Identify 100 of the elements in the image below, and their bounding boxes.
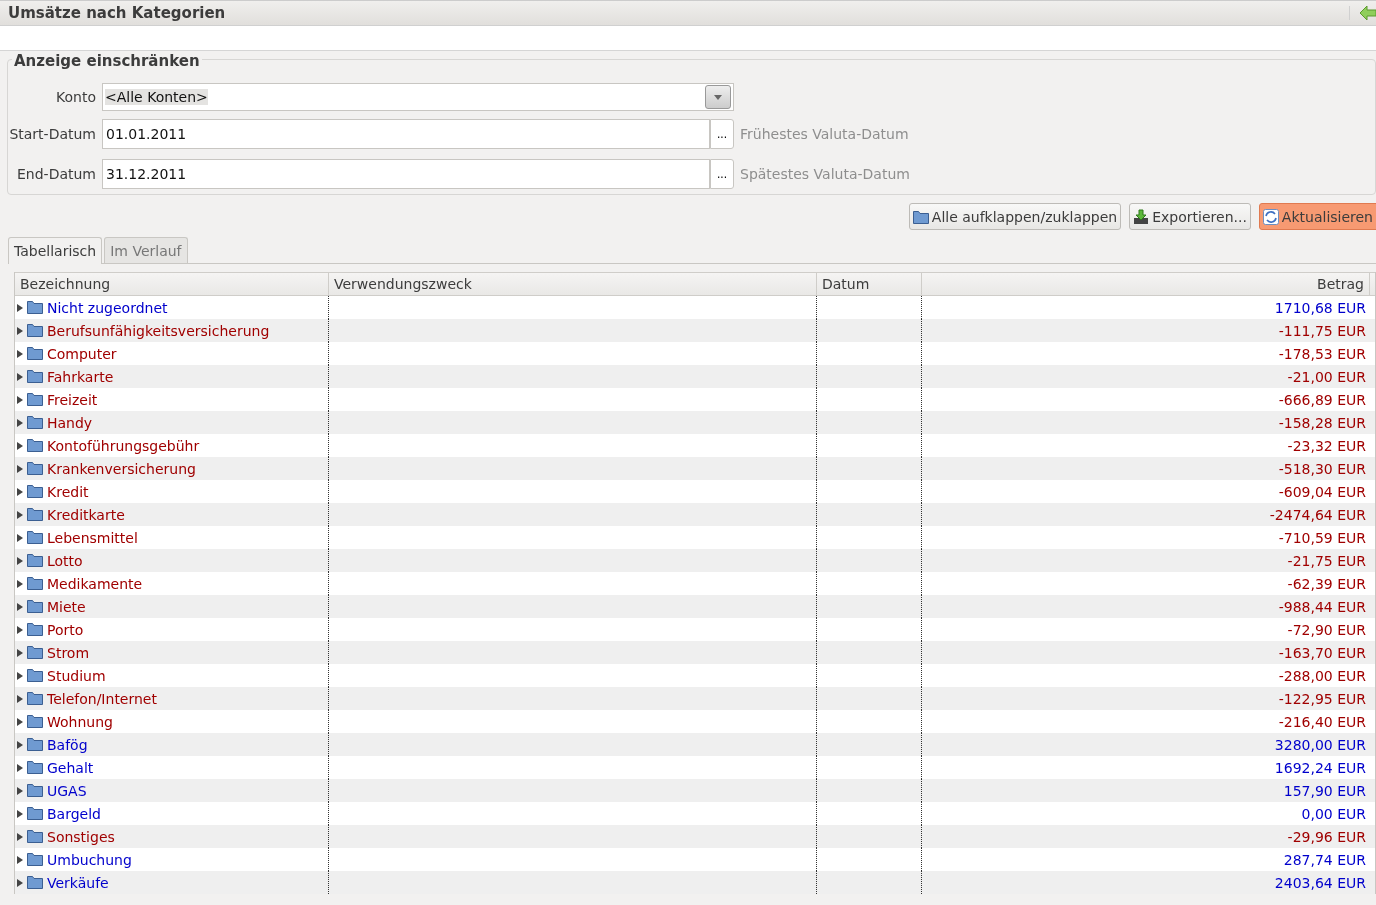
category-name[interactable]: Bargeld [47,805,101,822]
category-name[interactable]: Lebensmittel [47,529,138,546]
expand-arrow-icon[interactable] [17,487,23,496]
category-name[interactable]: Kreditkarte [47,506,125,523]
back-arrow-icon[interactable] [1349,6,1376,20]
expand-arrow-icon[interactable] [17,694,23,703]
konto-label: Konto [55,89,97,105]
amount-cell: 1710,68 EUR [1274,299,1366,316]
refresh-button[interactable]: Aktualisieren [1258,203,1376,230]
expand-arrow-icon[interactable] [17,878,23,887]
category-name[interactable]: Handy [47,414,93,431]
amount-cell: -21,75 EUR [1287,552,1366,569]
folder-icon [27,462,43,475]
category-name[interactable]: Sonstiges [47,828,115,845]
date-picker-button[interactable]: ... [710,119,734,149]
expand-arrow-icon[interactable] [17,372,23,381]
amount-cell: -23,32 EUR [1287,437,1366,454]
expand-arrow-icon[interactable] [17,602,23,611]
category-name[interactable]: Strom [47,644,90,661]
category-name[interactable]: Telefon/Internet [47,690,157,707]
amount-cell: -62,39 EUR [1287,575,1366,592]
expand-arrow-icon[interactable] [17,395,23,404]
expand-collapse-button[interactable]: Alle aufklappen/zuklappen [908,203,1122,230]
category-name[interactable]: Krankenversicherung [47,460,196,477]
expand-arrow-icon[interactable] [17,556,23,565]
date-label: Start-Datum [8,126,97,142]
folder-icon [27,347,43,360]
folder-icon [27,416,43,429]
amount-cell: -609,04 EUR [1278,483,1366,500]
expand-arrow-icon[interactable] [17,441,23,450]
category-name[interactable]: UGAS [47,782,87,799]
folder-icon [27,692,43,705]
date-picker-button[interactable]: ... [710,159,734,189]
category-name[interactable]: Medikamente [47,575,143,592]
amount-cell: 157,90 EUR [1283,782,1366,799]
date-field[interactable]: 31.12.2011 [102,159,710,189]
category-name[interactable]: Bafög [47,736,88,753]
column-header[interactable]: Datum [817,273,922,295]
expand-arrow-icon[interactable] [17,717,23,726]
amount-cell: -666,89 EUR [1278,391,1366,408]
expand-arrow-icon[interactable] [17,786,23,795]
expand-arrow-icon[interactable] [17,303,23,312]
expand-arrow-icon[interactable] [17,832,23,841]
folder-icon [27,715,43,728]
category-name[interactable]: Umbuchung [47,851,132,868]
expand-arrow-icon[interactable] [17,809,23,818]
expand-arrow-icon[interactable] [17,740,23,749]
export-button[interactable]: Exportieren... [1129,203,1251,230]
category-name[interactable]: Studium [47,667,106,684]
expand-arrow-icon[interactable] [17,671,23,680]
expand-arrow-icon[interactable] [17,579,23,588]
expand-arrow-icon[interactable] [17,648,23,657]
category-name[interactable]: Kredit [47,483,89,500]
folder-icon [27,646,43,659]
view-tab[interactable]: Tabellarisch [8,237,103,264]
column-header[interactable]: Verwendungszweck [329,273,817,295]
category-name[interactable]: Berufsunfähigkeitsversicherung [47,322,270,339]
folder-icon [27,761,43,774]
category-name[interactable]: Porto [47,621,84,638]
folder-icon [27,600,43,613]
category-name[interactable]: Miete [47,598,86,615]
expand-arrow-icon[interactable] [17,326,23,335]
expand-arrow-icon[interactable] [17,418,23,427]
expand-arrow-icon[interactable] [17,349,23,358]
folder-icon [27,738,43,751]
category-name[interactable]: Wohnung [47,713,113,730]
category-name[interactable]: Gehalt [47,759,94,776]
folder-icon [27,853,43,866]
expand-arrow-icon[interactable] [17,855,23,864]
expand-arrow-icon[interactable] [17,625,23,634]
category-name[interactable]: Verkäufe [47,874,109,891]
amount-cell: 1692,24 EUR [1274,759,1366,776]
folder-icon [27,485,43,498]
category-name[interactable]: Nicht zugeordnet [47,299,168,316]
folder-icon [27,508,43,521]
folder-icon [27,439,43,452]
category-name[interactable]: Freizeit [47,391,98,408]
amount-cell: -710,59 EUR [1278,529,1366,546]
folder-icon [27,324,43,337]
amount-cell: 0,00 EUR [1301,805,1366,822]
category-name[interactable]: Lotto [47,552,83,569]
category-name[interactable]: Fahrkarte [47,368,114,385]
view-tab[interactable]: Im Verlauf [104,237,188,263]
amount-cell: -288,00 EUR [1278,667,1366,684]
expand-arrow-icon[interactable] [17,510,23,519]
date-field[interactable]: 01.01.2011 [102,119,710,149]
konto-dropdown[interactable]: <Alle Konten> [102,83,734,111]
expand-arrow-icon[interactable] [17,763,23,772]
date-hint: Spätestes Valuta-Datum [740,166,910,182]
category-name[interactable]: Computer [47,345,117,362]
expand-arrow-icon[interactable] [17,533,23,542]
column-header[interactable]: Betrag [922,273,1370,295]
column-header[interactable]: Bezeichnung [15,273,329,295]
amount-cell: -122,95 EUR [1278,690,1366,707]
expand-arrow-icon[interactable] [17,464,23,473]
folder-icon [27,301,43,314]
category-name[interactable]: Kontoführungsgebühr [47,437,200,454]
amount-cell: 3280,00 EUR [1274,736,1366,753]
amount-cell: -178,53 EUR [1278,345,1366,362]
folder-icon [27,784,43,797]
